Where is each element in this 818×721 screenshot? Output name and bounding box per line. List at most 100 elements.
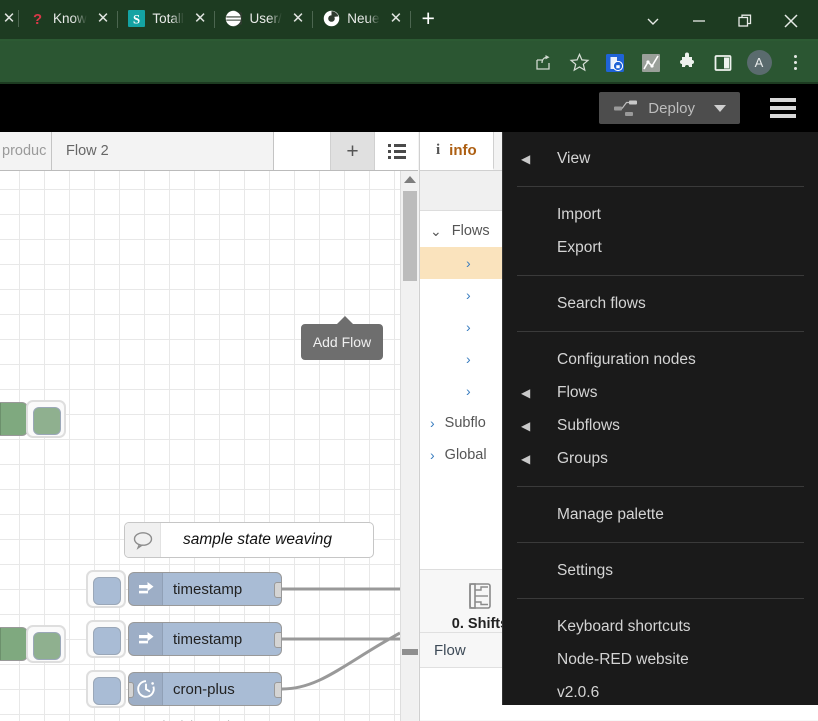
menu-item-subflows[interactable]: ◀ Subflows bbox=[503, 409, 818, 442]
chevron-right-icon[interactable]: › bbox=[466, 383, 471, 399]
menu-item-label: Groups bbox=[557, 450, 608, 468]
node-port-ghost-inner bbox=[33, 632, 61, 660]
node-port-ghost-inner bbox=[93, 577, 121, 605]
menu-item-import[interactable]: Import bbox=[503, 198, 818, 231]
chevron-right-icon[interactable]: › bbox=[430, 447, 435, 463]
menu-item-configuration-nodes[interactable]: Configuration nodes bbox=[503, 343, 818, 376]
node-body: cron-plus bbox=[128, 672, 282, 706]
node-output-port[interactable] bbox=[274, 682, 282, 698]
tab-close-icon[interactable]: ✕ bbox=[94, 11, 113, 26]
canvas-comment-node[interactable]: sample state weaving bbox=[124, 522, 374, 558]
flow-tab-production[interactable]: produc bbox=[0, 132, 52, 170]
tab-close-icon[interactable]: ✕ bbox=[289, 11, 308, 26]
tab-close-icon[interactable]: ✕ bbox=[191, 11, 210, 26]
chevron-right-icon[interactable]: › bbox=[466, 287, 471, 303]
close-window-button[interactable] bbox=[768, 0, 814, 41]
node-output-port[interactable] bbox=[274, 582, 282, 598]
new-tab-button[interactable]: + bbox=[411, 2, 445, 36]
menu-item-keyboard-shortcuts[interactable]: Keyboard shortcuts bbox=[503, 610, 818, 643]
share-button[interactable] bbox=[526, 46, 560, 80]
password-manager-icon bbox=[604, 52, 626, 74]
star-icon bbox=[569, 52, 590, 73]
tree-item-label: Flows bbox=[452, 223, 490, 239]
browser-tab-title: Totall bbox=[152, 11, 184, 26]
menu-item-node-red-website[interactable]: Node-RED website bbox=[503, 643, 818, 676]
node-port-ghost bbox=[86, 620, 126, 658]
side-panel-button[interactable] bbox=[706, 46, 740, 80]
profile-button[interactable]: A bbox=[742, 46, 776, 80]
flow-canvas[interactable]: sample state weaving timestamp bbox=[0, 171, 400, 721]
sidebar-tab-info[interactable]: i info bbox=[420, 132, 494, 170]
menu-item-view[interactable]: ◀ View bbox=[503, 142, 818, 175]
chevron-right-icon[interactable]: › bbox=[466, 319, 471, 335]
side-panel-icon bbox=[712, 52, 734, 74]
scrollbar-thumb[interactable] bbox=[403, 191, 417, 281]
caret-left-icon: ◀ bbox=[521, 386, 557, 400]
sidebar-footer-row-label: Flow bbox=[434, 642, 466, 659]
partial-tab-close-icon[interactable]: ✕ bbox=[0, 9, 18, 27]
menu-item-label: Subflows bbox=[557, 417, 620, 435]
canvas-node-cron-plus[interactable]: cron-plus bbox=[128, 672, 282, 706]
menu-item-label: v2.0.6 bbox=[557, 684, 599, 702]
tree-item-label: Subflo bbox=[445, 415, 486, 431]
main-menu-icon-line bbox=[770, 98, 796, 102]
bookmark-star-button[interactable] bbox=[562, 46, 596, 80]
deploy-dropdown-button[interactable] bbox=[704, 105, 740, 112]
chevron-down-icon[interactable]: ⌄ bbox=[430, 223, 442, 240]
password-manager-button[interactable] bbox=[598, 46, 632, 80]
menu-item-groups[interactable]: ◀ Groups bbox=[503, 442, 818, 475]
s-square-icon: S bbox=[128, 10, 145, 27]
menu-separator bbox=[517, 486, 804, 487]
node-input-port[interactable] bbox=[128, 682, 134, 698]
sidebar-footer-title: 0. Shifts bbox=[452, 616, 508, 632]
menu-item-label: Configuration nodes bbox=[557, 351, 696, 369]
canvas-node-green-2[interactable] bbox=[0, 627, 28, 661]
comment-bubble-icon bbox=[125, 523, 161, 557]
browser-tab-0[interactable]: ? Know ✕ bbox=[19, 2, 118, 36]
canvas-node-timestamp-2[interactable]: timestamp bbox=[128, 622, 282, 656]
flow-tab-flow2[interactable]: Flow 2 bbox=[52, 132, 274, 170]
add-flow-button[interactable]: + bbox=[330, 132, 374, 170]
inject-arrow-icon bbox=[129, 573, 163, 605]
node-label: timestamp bbox=[163, 623, 254, 655]
canvas-node-timestamp-1[interactable]: timestamp bbox=[128, 572, 282, 606]
debug-lines-icon bbox=[0, 403, 1, 435]
browser-menu-button[interactable] bbox=[778, 46, 812, 80]
menu-item-manage-palette[interactable]: Manage palette bbox=[503, 498, 818, 531]
browser-tabstrip: ✕ ? Know ✕ S Totall ✕ bbox=[0, 0, 818, 41]
menu-item-export[interactable]: Export bbox=[503, 231, 818, 264]
browser-tab-3[interactable]: Neue ✕ bbox=[313, 2, 411, 36]
menu-item-settings[interactable]: Settings bbox=[503, 554, 818, 587]
menu-item-flows[interactable]: ◀ Flows bbox=[503, 376, 818, 409]
maximize-restore-button[interactable] bbox=[722, 0, 768, 41]
scroll-up-arrow-icon[interactable] bbox=[404, 176, 416, 183]
browser-toolbar: A bbox=[0, 41, 818, 84]
question-mark-icon: ? bbox=[29, 10, 46, 27]
chevron-right-icon[interactable]: › bbox=[430, 415, 435, 431]
node-output-port[interactable] bbox=[274, 632, 282, 648]
list-flows-button[interactable] bbox=[374, 132, 418, 170]
node-label: timestamp bbox=[163, 573, 254, 605]
tab-close-icon[interactable]: ✕ bbox=[387, 11, 406, 26]
chrome-spiral-icon bbox=[323, 10, 340, 27]
menu-item-label: Flows bbox=[557, 384, 597, 402]
chart-extension-button[interactable] bbox=[634, 46, 668, 80]
menu-top-padding bbox=[503, 132, 818, 142]
flow-list-icon bbox=[388, 144, 406, 159]
canvas-node-green-1[interactable] bbox=[0, 402, 28, 436]
chevron-right-icon[interactable]: › bbox=[466, 351, 471, 367]
browser-tab-2[interactable]: User/ ✕ bbox=[215, 2, 313, 36]
node-port-ghost bbox=[26, 625, 66, 663]
tab-search-button[interactable] bbox=[630, 0, 676, 41]
menu-separator bbox=[517, 542, 804, 543]
canvas-vertical-scrollbar[interactable] bbox=[400, 171, 418, 721]
main-menu-button[interactable] bbox=[760, 84, 806, 132]
chevron-right-icon[interactable]: › bbox=[466, 255, 471, 271]
puzzle-extension-button[interactable] bbox=[670, 46, 704, 80]
deploy-button[interactable]: Deploy bbox=[599, 92, 740, 124]
main-menu-icon-line bbox=[770, 106, 796, 110]
minimize-button[interactable] bbox=[676, 0, 722, 41]
browser-tab-1[interactable]: S Totall ✕ bbox=[118, 2, 215, 36]
scrollbar-thumb-horizontal[interactable] bbox=[402, 649, 418, 655]
menu-item-search-flows[interactable]: Search flows bbox=[503, 287, 818, 320]
